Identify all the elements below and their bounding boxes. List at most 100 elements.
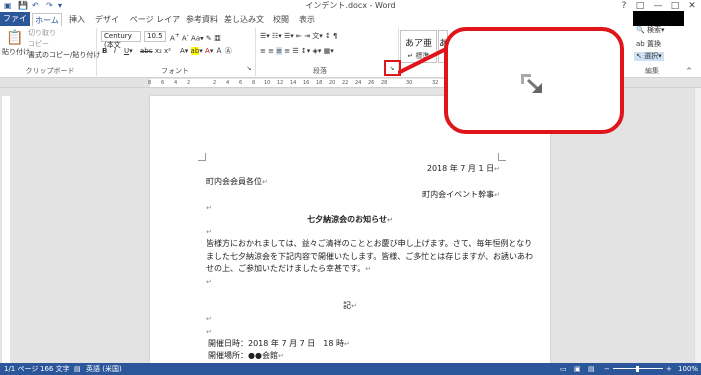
ruler-tick: 28 [381, 80, 388, 86]
paragraph-mark: ↵ [206, 328, 212, 336]
align-icons[interactable]: ≡ ≡ ≡ ≡ ☰ ↕▾ ◈▾ ▦▾ [260, 47, 334, 56]
zoom-in-button[interactable]: + [666, 363, 672, 375]
grow-font-icon[interactable]: A+ A- Aa▾ ✎ 亜 [170, 32, 221, 43]
tab-review[interactable]: 校閲 [270, 13, 292, 26]
empty-line[interactable]: ↵ [206, 313, 212, 325]
tab-references[interactable]: 参考資料 [186, 13, 218, 26]
tab-insert[interactable]: 挿入 [66, 13, 88, 26]
ribbon-tabs: ファイル ホーム 挿入 デザイン ページ レイアウト 参考資料 差し込み文書 校… [0, 12, 701, 37]
ki-line[interactable]: 記↵ [150, 300, 550, 312]
word-count[interactable]: 166 文字 [40, 363, 70, 375]
select-button[interactable]: ↖ 選択▾ [634, 52, 664, 61]
vertical-ruler-track [2, 96, 10, 363]
ruler-tick: 8 [252, 80, 256, 86]
clipboard-group-label: クリップボード [25, 67, 75, 75]
paragraph-mark: ↵ [206, 204, 212, 212]
font-dialog-launcher-icon[interactable]: ↘ [244, 64, 254, 74]
tab-mailings[interactable]: 差し込み文書 [222, 13, 266, 37]
zoom-slider-thumb[interactable] [636, 366, 639, 372]
italic-icon[interactable]: I [114, 47, 116, 56]
crop-mark [498, 153, 506, 161]
tab-home[interactable]: ホーム [32, 13, 62, 26]
proofing-icon[interactable]: ▤ [74, 363, 81, 375]
bold-icon[interactable]: B [102, 47, 107, 56]
paste-button[interactable]: 貼り付け [2, 48, 30, 57]
title-bar: ▣ 💾 ↶ ↷ ▾ インデント.docx - Word ? □ — □ ✕ [0, 0, 701, 12]
paragraph-mark: ↵ [351, 302, 357, 310]
cut-button[interactable]: 切り取り [28, 29, 56, 38]
title-line[interactable]: 七夕納涼会のお知らせ↵ [150, 214, 550, 226]
ruler-tick: 14 [290, 80, 297, 86]
tab-file[interactable]: ファイル [0, 12, 30, 37]
status-bar: 1/1 ページ 166 文字 ▤ 英語 (米国) ▭ ▣ ▤ − + 100% [0, 363, 701, 375]
text-effects-icon[interactable]: A▾ ab▾ A▾ Ａ Ⓐ [180, 47, 232, 56]
user-account[interactable] [633, 11, 684, 27]
ruler-tick: 24 [355, 80, 362, 86]
format-painter-button[interactable]: 書式のコピー/貼り付け [28, 51, 100, 60]
font-size-combo[interactable]: 10.5 [144, 31, 166, 42]
empty-line[interactable]: ↵ [206, 276, 212, 288]
ruler-tick: 10 [264, 80, 271, 86]
callout-connector [398, 45, 450, 75]
ruler-tick: 18 [316, 80, 323, 86]
language-status[interactable]: 英語 (米国) [86, 363, 122, 375]
ruler-tick: 16 [303, 80, 310, 86]
page-count[interactable]: 1/1 ページ [4, 363, 38, 375]
group-separator [96, 28, 97, 76]
web-layout-icon[interactable]: ▤ [588, 363, 595, 375]
help-button[interactable]: ? [616, 0, 632, 12]
body-text: せの上、ご参加いただけましたら幸甚です。 [206, 264, 366, 273]
sender-text: 町内会イベント幹事 [422, 190, 495, 199]
paragraph-mark: ↵ [365, 265, 372, 273]
ruler-tick: 22 [342, 80, 349, 86]
strikethrough-icon[interactable]: abc x₂ x² [140, 47, 171, 56]
document-title: 七夕納涼会のお知らせ [307, 215, 387, 224]
body-line[interactable]: ました七夕納涼会を下記内容で開催いたします。皆様、ご多忙とは存じますが、お誘いあ… [206, 251, 533, 263]
find-button[interactable]: 🔍 検索▾ [636, 26, 664, 35]
close-button[interactable]: ✕ [684, 0, 700, 12]
window-title: インデント.docx - Word [305, 1, 396, 10]
select-label: 選択 [644, 52, 659, 60]
read-mode-icon[interactable]: ▭ [560, 363, 567, 375]
vertical-ruler[interactable] [0, 88, 12, 363]
empty-line[interactable]: ↵ [206, 226, 212, 238]
vertical-scrollbar[interactable] [694, 88, 701, 363]
paste-icon[interactable]: 📋 [6, 30, 23, 46]
copy-button[interactable]: コピー [28, 40, 49, 49]
paragraph-mark: ↵ [262, 178, 268, 186]
paragraph-mark: ↵ [494, 165, 500, 173]
collapse-ribbon-icon[interactable]: ^ [684, 66, 694, 76]
list-icons[interactable]: ☰▾ ☷▾ ☰▾ ⇤ ⇥ 文▾ ↕ ¶ [260, 32, 338, 41]
datetime-text: 開催日時：2018 年 7 月 7 日 18 時 [208, 339, 344, 348]
tab-design[interactable]: デザイン [92, 13, 122, 37]
font-name-combo[interactable]: Century (本文 [101, 31, 141, 49]
date-text: 2018 年 7 月 1 日 [426, 164, 495, 173]
empty-line[interactable]: ↵ [206, 326, 212, 338]
datetime-line[interactable]: 開催日時：2018 年 7 月 7 日 18 時↵ [208, 338, 350, 350]
sender-line[interactable]: 町内会イベント幹事↵ [422, 189, 500, 201]
place-line[interactable]: 開催場所：●●会館↵ [208, 350, 284, 362]
ruler-tick: 32 [432, 80, 439, 86]
document-page[interactable]: 2018 年 7 月 1 日↵ 町内会会員各位↵ 町内会イベント幹事↵ ↵ 七夕… [150, 96, 550, 366]
ruler-tick: 12 [277, 80, 284, 86]
print-layout-icon[interactable]: ▣ [574, 363, 581, 375]
ruler-tick: 6 [161, 80, 165, 86]
ruler-tick: 4 [174, 80, 178, 86]
replace-button[interactable]: ab 置換 [636, 40, 661, 49]
zoom-level[interactable]: 100% [678, 363, 698, 375]
body-line[interactable]: せの上、ご参加いただけましたら幸甚です。↵ [206, 263, 371, 275]
paragraph-mark: ↵ [206, 228, 212, 236]
zoom-out-button[interactable]: − [604, 363, 610, 375]
body-line[interactable]: 皆様方におかれましては、益々ご清祥のこととお慶び申し上げます。さて、毎年恒例とな… [206, 238, 532, 250]
underline-icon[interactable]: U▾ [124, 47, 133, 56]
tab-page-layout[interactable]: ページ レイアウト [126, 13, 184, 37]
replace-label: 置換 [646, 40, 661, 48]
paragraph-mark: ↵ [343, 340, 350, 348]
tab-view[interactable]: 表示 [296, 13, 318, 26]
date-line[interactable]: 2018 年 7 月 1 日↵ [427, 163, 500, 175]
empty-line[interactable]: ↵ [206, 202, 212, 214]
ruler-tick: 30 [406, 80, 413, 86]
zoom-callout [444, 27, 624, 134]
recipient-line[interactable]: 町内会会員各位↵ [206, 176, 268, 188]
place-text: 開催場所：●●会館 [208, 351, 278, 360]
